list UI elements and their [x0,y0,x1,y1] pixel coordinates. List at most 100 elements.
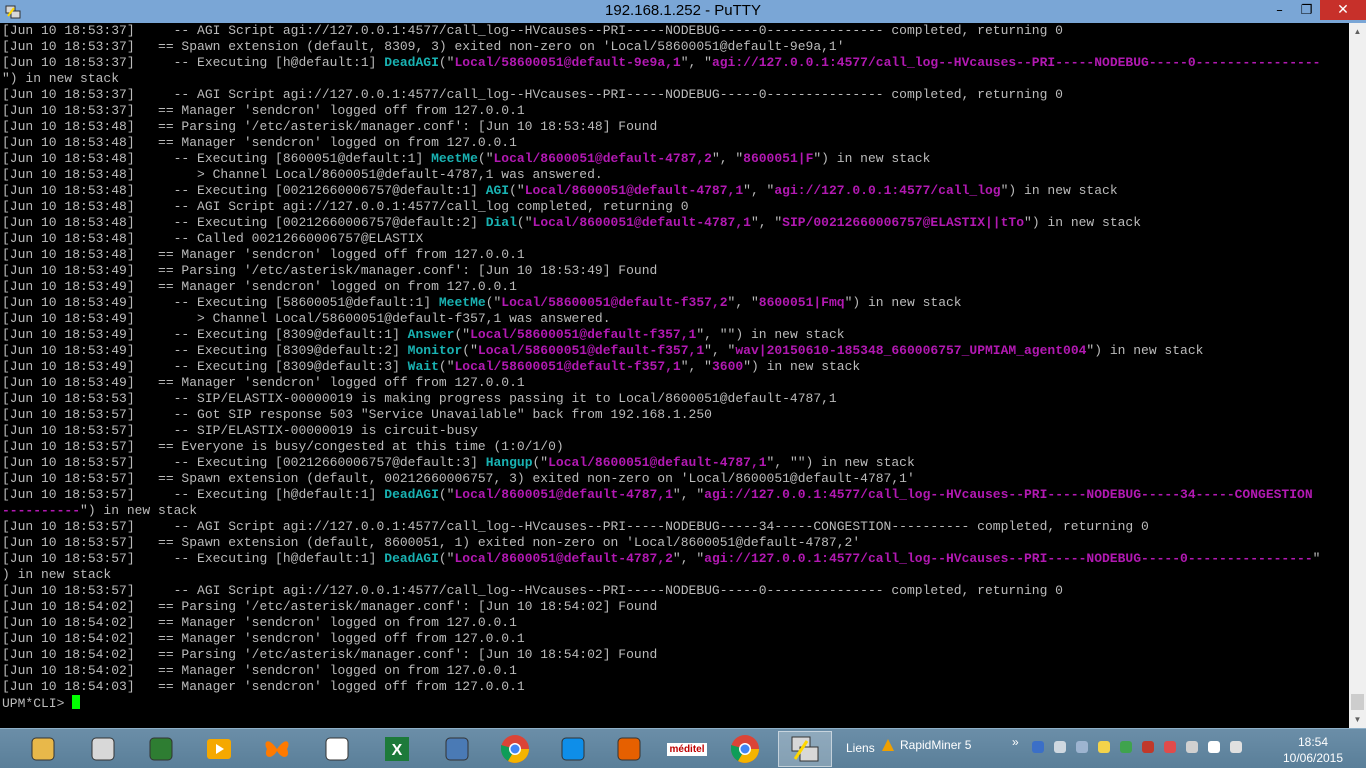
log-text: [Jun 10 18:53:57] == Everyone is busy/co… [2,439,564,454]
argument-text: Local/58600051@default-f357,1 [470,327,697,342]
application-name: MeetMe [431,151,478,166]
application-name: AGI [485,183,510,198]
terminal-line: [Jun 10 18:53:37] -- AGI Script agi://12… [2,23,1349,39]
log-text: (" [477,151,494,166]
network-icon[interactable] [1052,739,1068,755]
log-text: [Jun 10 18:54:03] == Manager 'sendcron' … [2,679,525,694]
terminal-line: [Jun 10 18:53:37] -- AGI Script agi://12… [2,87,1349,103]
terminal-line: [Jun 10 18:53:57] -- Got SIP response 50… [2,407,1349,423]
terminal-line: ) in new stack [2,567,1349,583]
terminal-line: [Jun 10 18:53:57] == Spawn extension (de… [2,471,1349,487]
application-name: Dial [485,215,517,230]
toolbar-overflow-chevron-icon[interactable]: » [1012,735,1019,749]
system-clock[interactable]: 18:54 10/06/2015 [1280,734,1346,766]
log-text: ") in new stack [80,503,198,518]
log-text: [Jun 10 18:53:49] > Channel Local/586000… [2,311,611,326]
close-button[interactable]: ✕ [1320,0,1366,20]
terminal-line: [Jun 10 18:53:57] -- Executing [00212660… [2,455,1349,471]
clock-time: 18:54 [1297,735,1329,749]
title-bar[interactable]: 192.168.1.252 - PuTTY – ❐ ✕ [0,0,1366,23]
scroll-thumb[interactable] [1351,694,1364,710]
restore-button[interactable]: ❐ [1293,0,1320,20]
meditel-icon[interactable]: méditel [660,731,714,767]
minimize-button[interactable]: – [1266,0,1293,20]
terminal-line: [Jun 10 18:53:48] > Channel Local/860005… [2,167,1349,183]
application-name: DeadAGI [384,551,439,566]
terminal-line: [Jun 10 18:54:02] == Parsing '/etc/aster… [2,599,1349,615]
argument-text: 8600051|F [743,151,814,166]
terminal-line: [Jun 10 18:53:57] == Everyone is busy/co… [2,439,1349,455]
power-icon[interactable] [1228,739,1244,755]
log-text: (" [438,359,455,374]
volume-icon[interactable] [1206,739,1222,755]
chrome-icon-2[interactable] [718,731,772,767]
application-name: Wait [407,359,439,374]
paint-icon[interactable] [76,731,130,767]
terminal-line: [Jun 10 18:53:57] -- Executing [h@defaul… [2,551,1349,567]
log-text: [Jun 10 18:53:48] -- AGI Script agi://12… [2,199,689,214]
argument-text: Local/8600051@default-4787,1 [532,215,751,230]
terminal-output[interactable]: [Jun 10 18:53:37] -- AGI Script agi://12… [0,23,1349,728]
argument-text: agi://127.0.0.1:4577/call_log [774,183,1001,198]
excel-icon[interactable]: X [370,731,424,767]
rapidminer-link[interactable]: RapidMiner 5 [880,737,971,753]
log-text: ", "") in new stack [766,455,915,470]
terminal-line: [Jun 10 18:53:48] == Manager 'sendcron' … [2,135,1349,151]
log-text: [Jun 10 18:53:37] -- Executing [h@defaul… [2,55,385,70]
argument-text: agi://127.0.0.1:4577/call_log--HVcauses-… [704,551,1313,566]
firefox-icon[interactable] [602,731,656,767]
log-text: ", "") in new stack [696,327,845,342]
application-name: DeadAGI [384,55,439,70]
application-name: DeadAGI [384,487,439,502]
butterfly-icon[interactable] [250,731,304,767]
rapidminer-icon [882,739,894,751]
clock-date: 10/06/2015 [1282,751,1344,765]
log-text: [Jun 10 18:53:57] == Spawn extension (de… [2,471,915,486]
log-text: [Jun 10 18:54:02] == Manager 'sendcron' … [2,663,517,678]
bluetooth-icon[interactable] [1030,739,1046,755]
putty-icon[interactable] [778,731,832,767]
system-tray [1030,739,1250,755]
log-text: [Jun 10 18:53:37] == Manager 'sendcron' … [2,103,525,118]
network-tool-icon[interactable] [310,731,364,767]
scroll-down-arrow-icon[interactable]: ▼ [1349,711,1366,728]
update-icon[interactable] [1162,739,1178,755]
checkmark-icon[interactable] [1118,739,1134,755]
log-text: [Jun 10 18:53:57] -- Executing [h@defaul… [2,551,385,566]
flag-icon[interactable] [1184,739,1200,755]
terminal-line: [Jun 10 18:53:48] -- Executing [00212660… [2,215,1349,231]
scroll-up-arrow-icon[interactable]: ▲ [1349,23,1366,40]
prompt-line[interactable]: UPM*CLI> [2,695,1349,711]
teamviewer-icon[interactable] [546,731,600,767]
log-text: [Jun 10 18:53:53] -- SIP/ELASTIX-0000001… [2,391,837,406]
media-player-icon[interactable] [192,731,246,767]
links-toolbar[interactable]: Liens [846,741,875,755]
putty-app-icon[interactable] [2,1,24,23]
terminal-line: [Jun 10 18:53:49] -- Executing [8309@def… [2,343,1349,359]
monitor-chart-icon[interactable] [134,731,188,767]
log-text: [Jun 10 18:53:57] -- SIP/ELASTIX-0000001… [2,423,478,438]
display-icon[interactable] [1074,739,1090,755]
log-text: [Jun 10 18:53:49] == Parsing '/etc/aster… [2,263,658,278]
argument-text: Local/8600051@default-4787,1 [548,455,767,470]
argument-text: ---------- [2,503,81,518]
terminal-line: [Jun 10 18:53:37] == Spawn extension (de… [2,39,1349,55]
lightbulb-icon[interactable] [1096,739,1112,755]
text-cursor [72,695,81,709]
file-explorer-icon[interactable] [16,731,70,767]
remote-desktop-icon[interactable] [430,731,484,767]
argument-text: Local/58600051@default-9e9a,1 [454,55,681,70]
antivirus-icon[interactable] [1140,739,1156,755]
argument-text: SIP/00212660006757@ELASTIX||tTo [782,215,1025,230]
log-text: [Jun 10 18:53:49] == Manager 'sendcron' … [2,279,517,294]
log-text: ", " [704,343,736,358]
vertical-scrollbar[interactable]: ▲ ▼ [1349,23,1366,728]
terminal-line: [Jun 10 18:53:48] -- Executing [8600051@… [2,151,1349,167]
argument-text: Local/8600051@default-4787,2 [454,551,673,566]
chrome-icon[interactable] [488,731,542,767]
log-text: [Jun 10 18:53:57] -- Got SIP response 50… [2,407,712,422]
terminal-line: [Jun 10 18:54:02] == Parsing '/etc/aster… [2,647,1349,663]
argument-text: 3600 [711,359,744,374]
log-text: ") in new stack [1000,183,1118,198]
log-text: [Jun 10 18:53:57] -- AGI Script agi://12… [2,583,1063,598]
